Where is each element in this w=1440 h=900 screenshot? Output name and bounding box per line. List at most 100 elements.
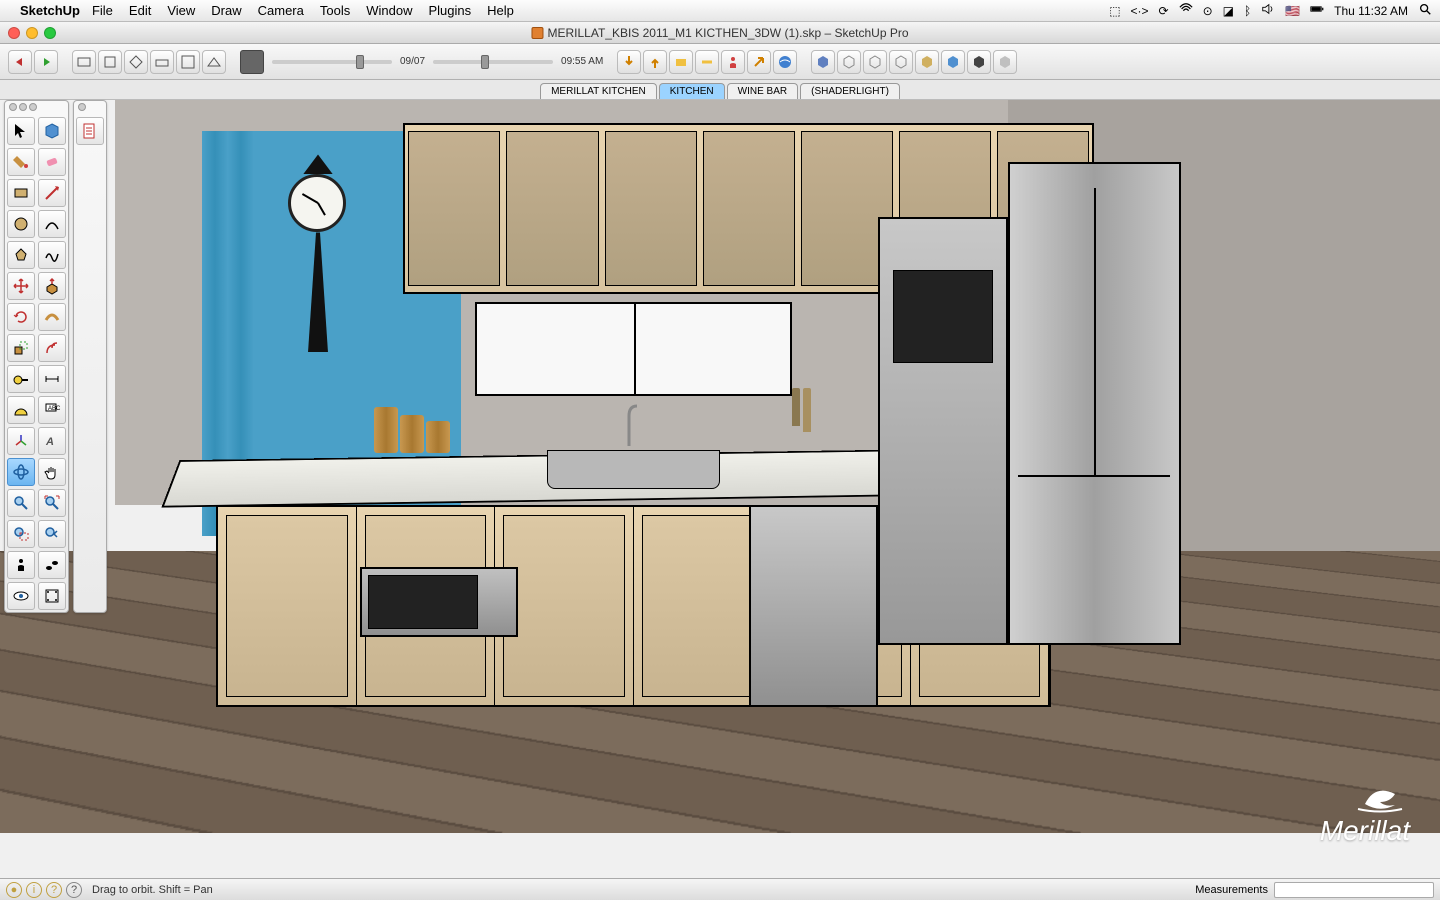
menubar-clock[interactable]: Thu 11:32 AM bbox=[1334, 4, 1408, 18]
menu-plugins[interactable]: Plugins bbox=[428, 3, 471, 18]
menu-file[interactable]: File bbox=[92, 3, 113, 18]
tool-move[interactable] bbox=[7, 272, 35, 300]
window-close-button[interactable] bbox=[8, 27, 20, 39]
small-tool-palette[interactable] bbox=[73, 100, 107, 613]
standard-view-6[interactable] bbox=[202, 50, 226, 74]
tool-rectangle[interactable] bbox=[7, 179, 35, 207]
standard-view-2[interactable] bbox=[98, 50, 122, 74]
style-button-4[interactable] bbox=[889, 50, 913, 74]
tool-protractor[interactable] bbox=[7, 396, 35, 424]
3d-viewport[interactable]: Merillat bbox=[0, 100, 1440, 878]
timemachine-icon[interactable]: ⊙ bbox=[1203, 4, 1213, 18]
tool-pan[interactable] bbox=[38, 458, 66, 486]
tool-offset[interactable] bbox=[38, 334, 66, 362]
volume-icon[interactable] bbox=[1261, 2, 1275, 19]
tool-line[interactable] bbox=[38, 179, 66, 207]
tool-section-plane[interactable] bbox=[38, 582, 66, 610]
bluetooth-icon[interactable]: ᛒ bbox=[1244, 4, 1251, 18]
sync-icon[interactable]: ⟳ bbox=[1159, 4, 1169, 18]
status-icon-4[interactable]: ? bbox=[66, 882, 82, 898]
warehouse-button-3[interactable] bbox=[669, 50, 693, 74]
style-button-1[interactable] bbox=[811, 50, 835, 74]
shadow-date-slider[interactable] bbox=[272, 60, 392, 64]
tool-look-around[interactable] bbox=[7, 582, 35, 610]
menu-window[interactable]: Window bbox=[366, 3, 412, 18]
battery-icon[interactable] bbox=[1310, 2, 1324, 19]
menu-edit[interactable]: Edit bbox=[129, 3, 151, 18]
standard-view-4[interactable] bbox=[150, 50, 174, 74]
menu-view[interactable]: View bbox=[167, 3, 195, 18]
menu-help[interactable]: Help bbox=[487, 3, 514, 18]
scene-tab-0[interactable]: MERILLAT KITCHEN bbox=[540, 83, 657, 99]
redo-button[interactable] bbox=[34, 50, 58, 74]
style-button-5[interactable] bbox=[915, 50, 939, 74]
warehouse-share[interactable] bbox=[643, 50, 667, 74]
standard-view-5[interactable] bbox=[176, 50, 200, 74]
large-tool-palette[interactable]: ABC A bbox=[4, 100, 69, 613]
warehouse-get[interactable] bbox=[617, 50, 641, 74]
menu-tools[interactable]: Tools bbox=[320, 3, 350, 18]
workspace: ABC A bbox=[0, 100, 1440, 878]
tool-dimension[interactable] bbox=[38, 365, 66, 393]
tool-zoom-window[interactable] bbox=[7, 520, 35, 548]
warehouse-button-4[interactable] bbox=[695, 50, 719, 74]
code-icon[interactable]: <·> bbox=[1131, 4, 1149, 18]
arrow-icon[interactable] bbox=[747, 50, 771, 74]
style-button-2[interactable] bbox=[837, 50, 861, 74]
tool-position-camera[interactable] bbox=[7, 551, 35, 579]
dropbox-icon[interactable]: ⬚ bbox=[1109, 4, 1120, 18]
wifi-icon[interactable] bbox=[1179, 2, 1193, 19]
sink bbox=[547, 450, 720, 489]
tool-select[interactable] bbox=[7, 117, 35, 145]
tool-text[interactable]: ABC bbox=[38, 396, 66, 424]
tool-tape-measure[interactable] bbox=[7, 365, 35, 393]
tool-push-pull[interactable] bbox=[38, 272, 66, 300]
tool-follow-me[interactable] bbox=[38, 303, 66, 331]
tool-arc[interactable] bbox=[38, 210, 66, 238]
status-hint: Drag to orbit. Shift = Pan bbox=[92, 884, 213, 896]
menu-draw[interactable]: Draw bbox=[211, 3, 241, 18]
scene-tab-2[interactable]: WINE BAR bbox=[727, 83, 798, 99]
window-zoom-button[interactable] bbox=[44, 27, 56, 39]
tool-make-component[interactable] bbox=[38, 117, 66, 145]
tool-polygon[interactable] bbox=[7, 241, 35, 269]
tool-circle[interactable] bbox=[7, 210, 35, 238]
tool-model-info[interactable] bbox=[76, 117, 104, 145]
tool-eraser[interactable] bbox=[38, 148, 66, 176]
standard-view-3[interactable] bbox=[124, 50, 148, 74]
shadow-toggle[interactable] bbox=[240, 50, 264, 74]
status-icon-2[interactable]: i bbox=[26, 882, 42, 898]
tool-paint-bucket[interactable] bbox=[7, 148, 35, 176]
google-earth-button[interactable] bbox=[773, 50, 797, 74]
app-name[interactable]: SketchUp bbox=[20, 3, 80, 18]
measurements-input[interactable] bbox=[1274, 882, 1434, 898]
standard-view-1[interactable] bbox=[72, 50, 96, 74]
undo-button[interactable] bbox=[8, 50, 32, 74]
style-button-7[interactable] bbox=[967, 50, 991, 74]
scene-tab-1[interactable]: KITCHEN bbox=[659, 83, 725, 99]
menu-camera[interactable]: Camera bbox=[258, 3, 304, 18]
style-button-6[interactable] bbox=[941, 50, 965, 74]
tool-previous[interactable] bbox=[38, 520, 66, 548]
tool-3d-text[interactable]: A bbox=[38, 427, 66, 455]
status-icon-1[interactable]: ● bbox=[6, 882, 22, 898]
tool-axes[interactable] bbox=[7, 427, 35, 455]
tool-zoom-extents[interactable] bbox=[38, 489, 66, 517]
status-icon-3[interactable]: ? bbox=[46, 882, 62, 898]
svg-text:ABC: ABC bbox=[48, 406, 61, 412]
tool-orbit[interactable] bbox=[7, 458, 35, 486]
tool-rotate[interactable] bbox=[7, 303, 35, 331]
shadow-time-slider[interactable] bbox=[433, 60, 553, 64]
scene-tab-3[interactable]: (SHADERLIGHT) bbox=[800, 83, 900, 99]
style-button-8[interactable] bbox=[993, 50, 1017, 74]
tool-scale[interactable] bbox=[7, 334, 35, 362]
tool-freehand[interactable] bbox=[38, 241, 66, 269]
tool-zoom[interactable] bbox=[7, 489, 35, 517]
display-icon[interactable]: ◪ bbox=[1223, 4, 1234, 18]
tool-walk[interactable] bbox=[38, 551, 66, 579]
flag-icon[interactable]: 🇺🇸 bbox=[1285, 4, 1300, 18]
style-button-3[interactable] bbox=[863, 50, 887, 74]
spotlight-icon[interactable] bbox=[1418, 2, 1432, 19]
window-minimize-button[interactable] bbox=[26, 27, 38, 39]
person-icon[interactable] bbox=[721, 50, 745, 74]
